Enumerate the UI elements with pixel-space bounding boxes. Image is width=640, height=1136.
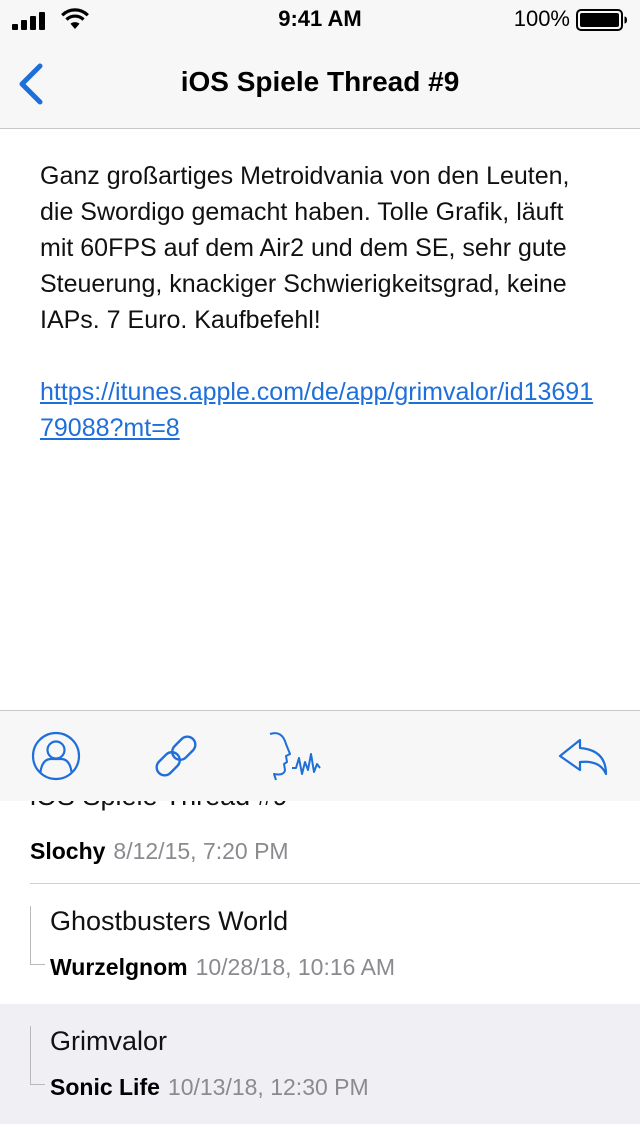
navigation-bar: iOS Spiele Thread #9 <box>0 40 640 129</box>
author-name: Slochy <box>30 838 106 864</box>
reply-meta: Sonic Life 10/13/18, 12:30 PM <box>50 1074 369 1101</box>
author-name: Wurzelgnom <box>50 954 188 980</box>
person-icon <box>31 731 81 781</box>
thread-root-meta: Slochy 8/12/15, 7:20 PM <box>30 838 289 865</box>
post-date: 10/13/18, 12:30 PM <box>167 1074 369 1100</box>
thread-root-item[interactable]: iOS Spiele Thread #9 Slochy 8/12/15, 7:20… <box>0 801 640 883</box>
battery-icon <box>576 9 627 31</box>
reply-item-grimvalor[interactable]: Grimvalor Sonic Life 10/13/18, 12:30 PM <box>0 1004 640 1124</box>
reply-connector <box>30 906 45 965</box>
screen: 9:41 AM 100% iOS Spiele Thread #9 Ganz g… <box>0 0 640 1136</box>
battery-percent: 100% <box>513 6 570 31</box>
thread-root-title: iOS Spiele Thread #9 <box>30 801 288 812</box>
profile-button[interactable] <box>28 728 84 784</box>
action-toolbar <box>0 710 640 802</box>
reply-connector <box>30 1026 45 1085</box>
speak-button[interactable] <box>266 728 322 784</box>
reply-meta: Wurzelgnom 10/28/18, 10:16 AM <box>50 954 395 981</box>
post-text: Ganz großartiges Metroidvania von den Le… <box>40 162 570 334</box>
reply-item-ghostbusters-world[interactable]: Ghostbusters World Wurzelgnom 10/28/18, 1… <box>0 884 640 1004</box>
post-date: 10/28/18, 10:16 AM <box>195 954 396 980</box>
chevron-left-icon <box>19 63 43 105</box>
post-date: 8/12/15, 7:20 PM <box>113 838 289 864</box>
reply-icon <box>558 738 608 776</box>
back-button[interactable] <box>8 56 64 112</box>
link-button[interactable] <box>148 728 204 784</box>
thread-list: iOS Spiele Thread #9 Slochy 8/12/15, 7:20… <box>0 801 640 1136</box>
reply-button[interactable] <box>554 728 610 784</box>
author-name: Sonic Life <box>50 1074 160 1100</box>
nav-title: iOS Spiele Thread #9 <box>180 66 460 97</box>
status-bar: 9:41 AM 100% <box>0 0 640 40</box>
speak-icon <box>269 732 321 781</box>
reply-title: Grimvalor <box>50 1026 168 1056</box>
link-icon <box>155 735 197 777</box>
post-link[interactable]: https://itunes.apple.com/de/app/grimvalo… <box>40 378 593 442</box>
post-body: Ganz großartiges Metroidvania von den Le… <box>40 158 600 446</box>
reply-title: Ghostbusters World <box>50 906 289 936</box>
